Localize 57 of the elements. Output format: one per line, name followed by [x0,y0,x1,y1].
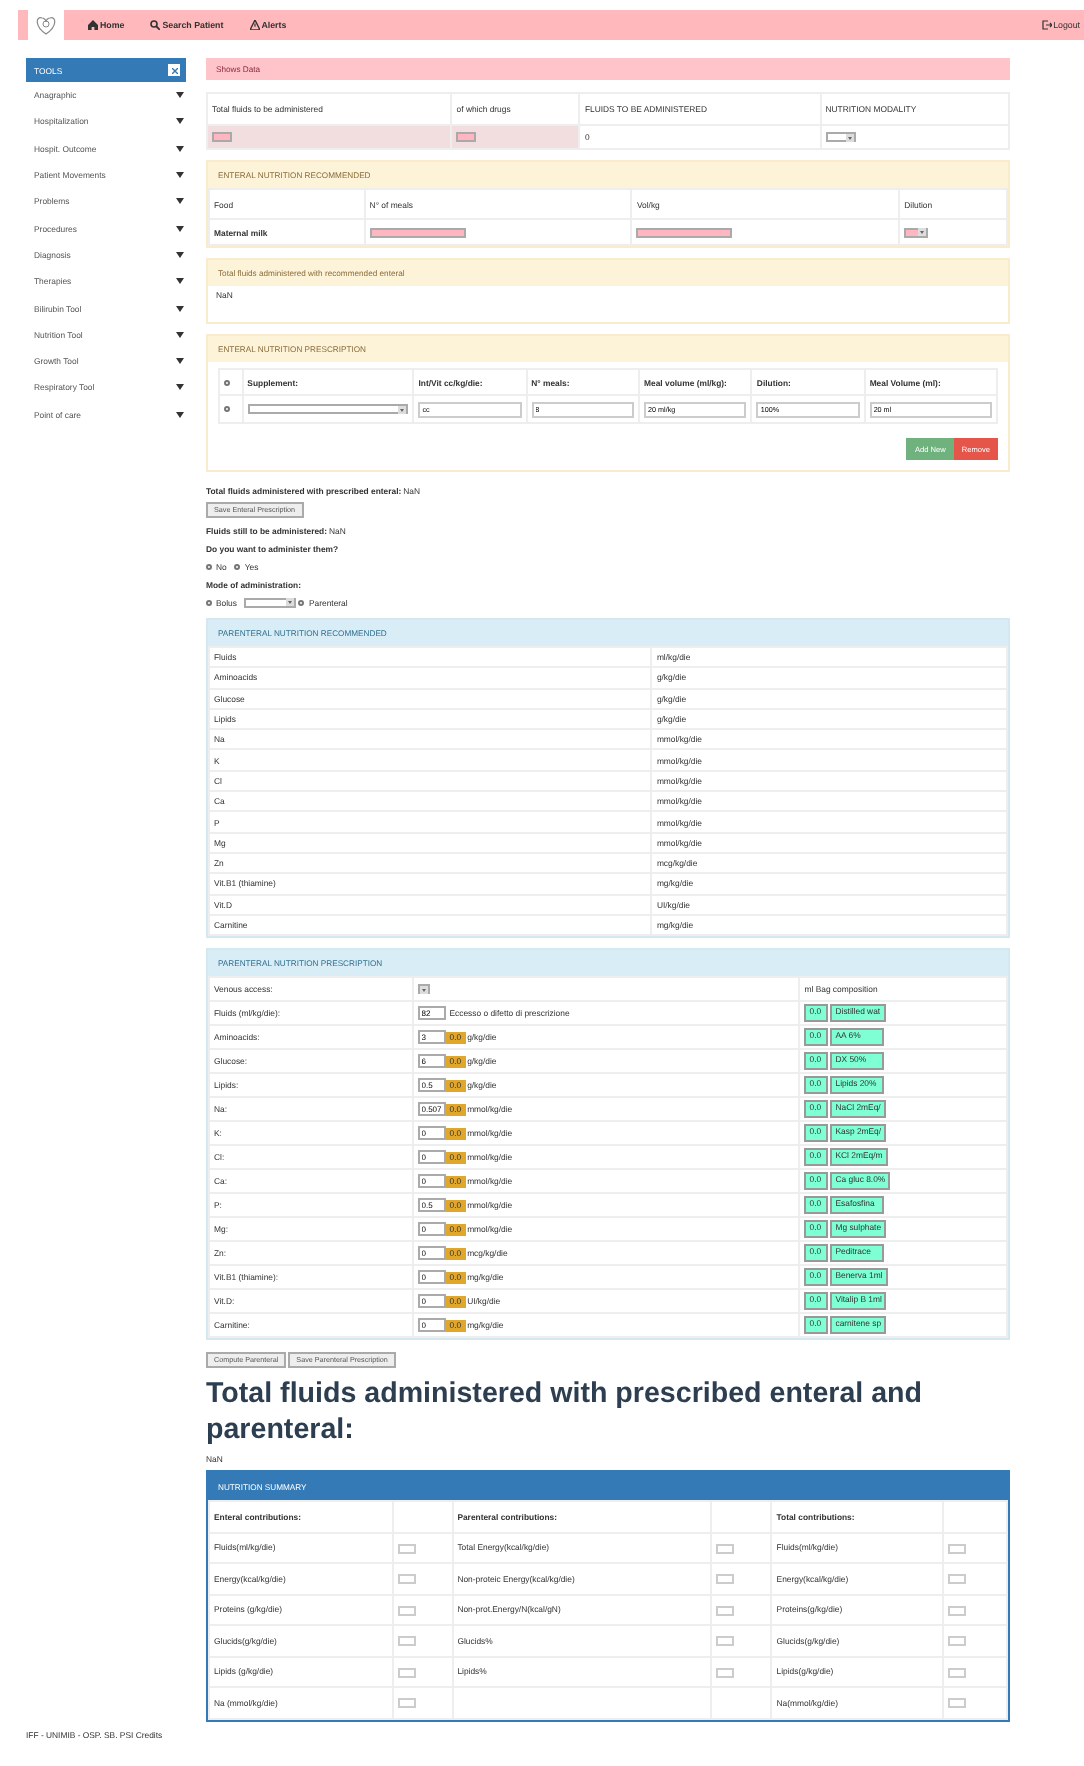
input-field[interactable] [948,1636,967,1647]
input-field[interactable] [716,1574,735,1585]
radio-button[interactable] [206,563,212,569]
dropdown-arrow-icon [419,985,428,994]
dropdown-arrow-icon [845,133,854,142]
input-field[interactable] [397,1605,416,1616]
caret-icon [176,305,184,312]
input-field[interactable] [397,1574,416,1585]
checkbox[interactable] [224,379,230,385]
input-field[interactable] [397,1636,416,1647]
input-field[interactable] [948,1698,967,1709]
caret-icon [176,225,184,232]
search-icon [150,20,161,30]
close-button[interactable] [168,64,180,76]
dropdown-arrow-icon [286,598,295,606]
caret-icon [176,172,184,179]
radio-button[interactable] [298,599,305,605]
dropdown-arrow-icon [398,405,407,414]
dropdown[interactable] [417,984,430,995]
radio-button[interactable] [234,563,241,569]
input-field[interactable] [397,1698,416,1709]
caret-icon [176,251,184,258]
checkbox[interactable] [224,406,230,412]
input-field[interactable] [716,1636,735,1647]
input-field[interactable] [948,1605,967,1616]
input-field[interactable] [456,132,477,143]
caret-icon [176,331,184,338]
input-field[interactable] [397,1667,416,1678]
caret-icon [176,358,184,365]
caret-icon [176,411,184,418]
dropdown[interactable] [904,227,929,238]
input-field[interactable] [948,1667,967,1678]
dropdown[interactable] [247,404,409,415]
caret-icon [176,92,184,99]
dropdown[interactable] [244,597,297,607]
input-field[interactable] [948,1574,967,1585]
home-icon [88,20,98,30]
input-field[interactable] [369,227,466,238]
input-field[interactable] [716,1543,735,1554]
radio-button[interactable] [206,599,212,605]
input-field[interactable] [636,227,733,238]
input-field[interactable] [212,132,232,143]
input-field[interactable] [716,1605,735,1616]
dropdown-arrow-icon [918,228,927,237]
caret-icon [176,145,184,152]
dropdown[interactable] [825,132,856,143]
input-field[interactable] [716,1667,735,1678]
input-field[interactable] [948,1543,967,1554]
input-field[interactable] [397,1543,416,1554]
caret-icon [176,278,184,285]
warning-icon [249,20,260,30]
caret-icon [176,384,184,391]
logout-icon [1041,20,1052,30]
caret-icon [176,118,184,125]
caret-icon [176,198,184,205]
section-title: Total fluids administered with prescribed enteral and parenteral: [206,1376,925,1449]
close-icon [171,67,177,73]
